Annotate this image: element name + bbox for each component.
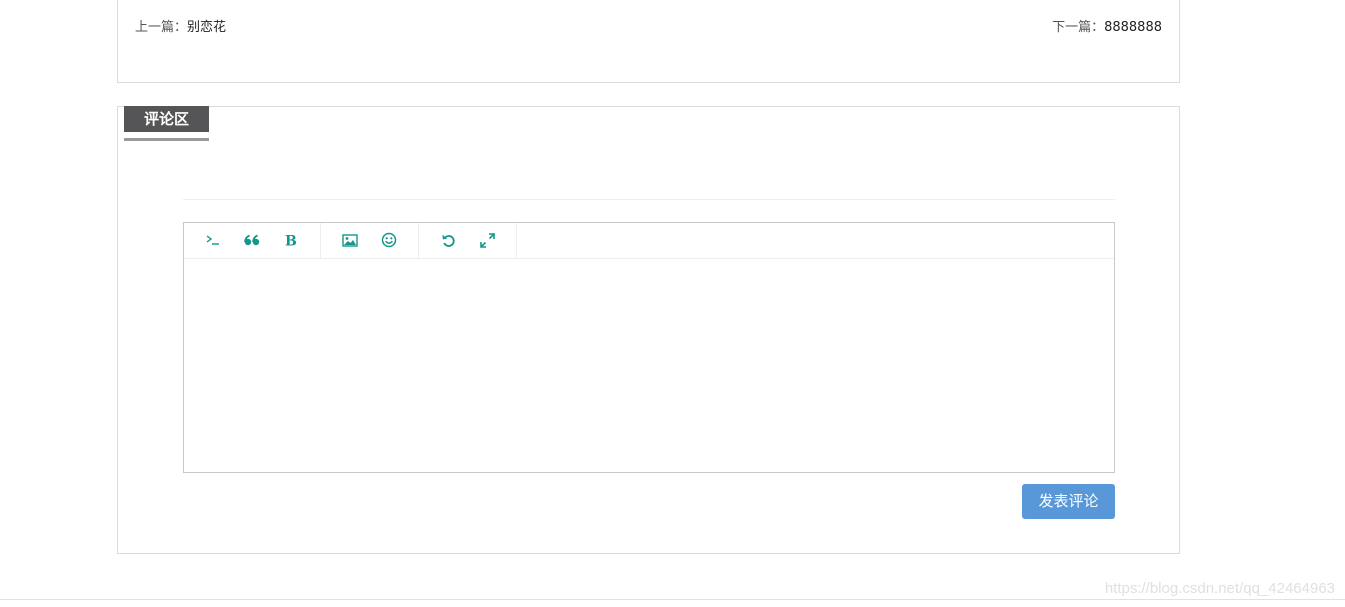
comment-textarea[interactable] [184,259,1114,472]
next-article: 下一篇：8888888 [1052,16,1162,35]
emoji-icon[interactable] [378,230,400,250]
fullscreen-icon[interactable] [476,230,498,250]
svg-text:B: B [285,234,297,248]
comment-editor: B [183,222,1115,473]
prev-article-link[interactable]: 别恋花 [187,20,226,35]
code-icon[interactable] [202,230,224,250]
editor-toolbar: B [184,223,1114,259]
article-nav: 上一篇：别恋花 下一篇：8888888 [117,0,1180,83]
prev-article-label: 上一篇： [135,20,188,35]
toolbar-group-format: B [184,223,321,258]
page-bottom-rule [0,599,1345,600]
toolbar-group-actions [418,223,517,258]
comment-section: 评论区 B 发表评论 [117,106,1180,554]
title-underline [124,138,209,141]
next-article-link[interactable]: 8888888 [1104,20,1162,35]
divider [183,199,1115,200]
prev-article: 上一篇：别恋花 [135,16,226,35]
quote-icon[interactable] [241,230,263,250]
toolbar-group-insert [320,223,419,258]
submit-comment-button[interactable]: 发表评论 [1022,484,1115,519]
comment-section-title: 评论区 [124,106,209,132]
undo-icon[interactable] [437,230,459,250]
image-icon[interactable] [339,230,361,250]
bold-icon[interactable]: B [280,230,302,250]
next-article-label: 下一篇： [1052,20,1105,35]
watermark: https://blog.csdn.net/qq_42464963 [1104,580,1335,597]
